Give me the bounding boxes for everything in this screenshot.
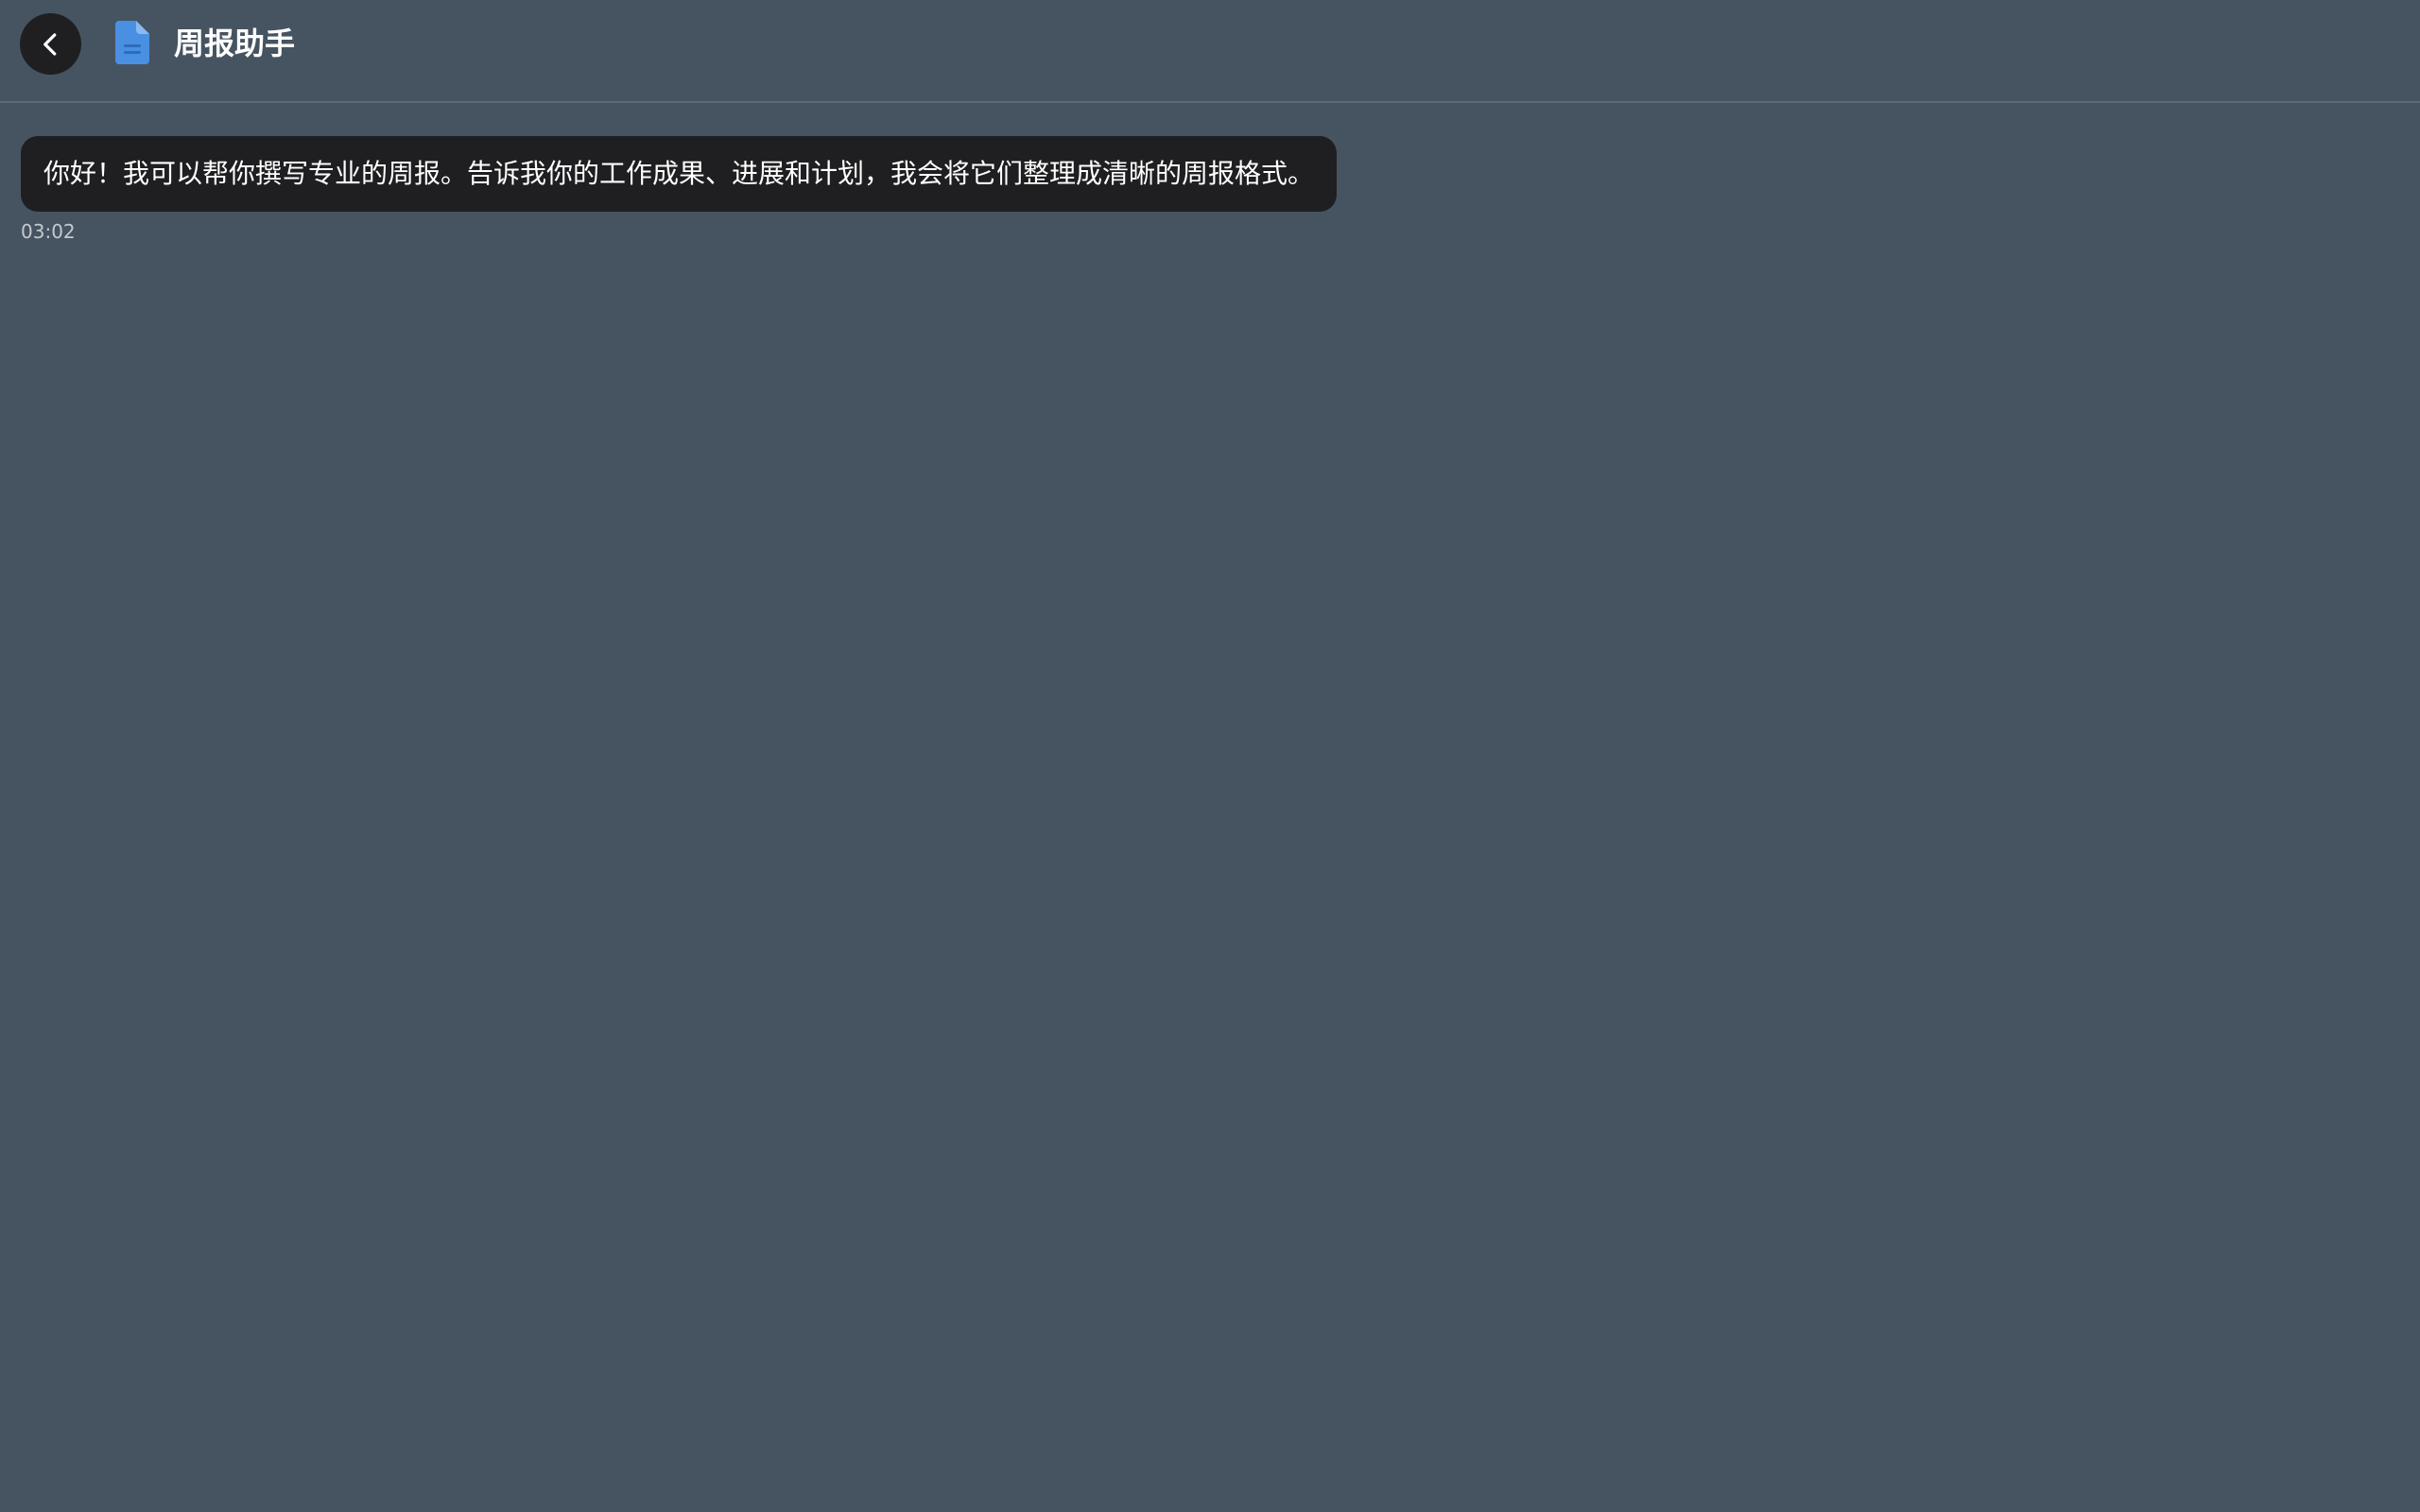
message-list: 你好！我可以帮你撰写专业的周报。告诉我你的工作成果、进展和计划，我会将它们整理成… [21, 136, 2399, 244]
message-bubble: 你好！我可以帮你撰写专业的周报。告诉我你的工作成果、进展和计划，我会将它们整理成… [21, 136, 1338, 212]
document-icon [115, 21, 149, 64]
back-button[interactable] [20, 13, 81, 75]
chevron-left-icon [43, 32, 56, 56]
page-title: 周报助手 [174, 26, 296, 61]
message-timestamp: 03:02 [21, 220, 76, 243]
assistant-message: 你好！我可以帮你撰写专业的周报。告诉我你的工作成果、进展和计划，我会将它们整理成… [21, 136, 2399, 244]
top-bar: 周报助手 [0, 0, 2420, 103]
